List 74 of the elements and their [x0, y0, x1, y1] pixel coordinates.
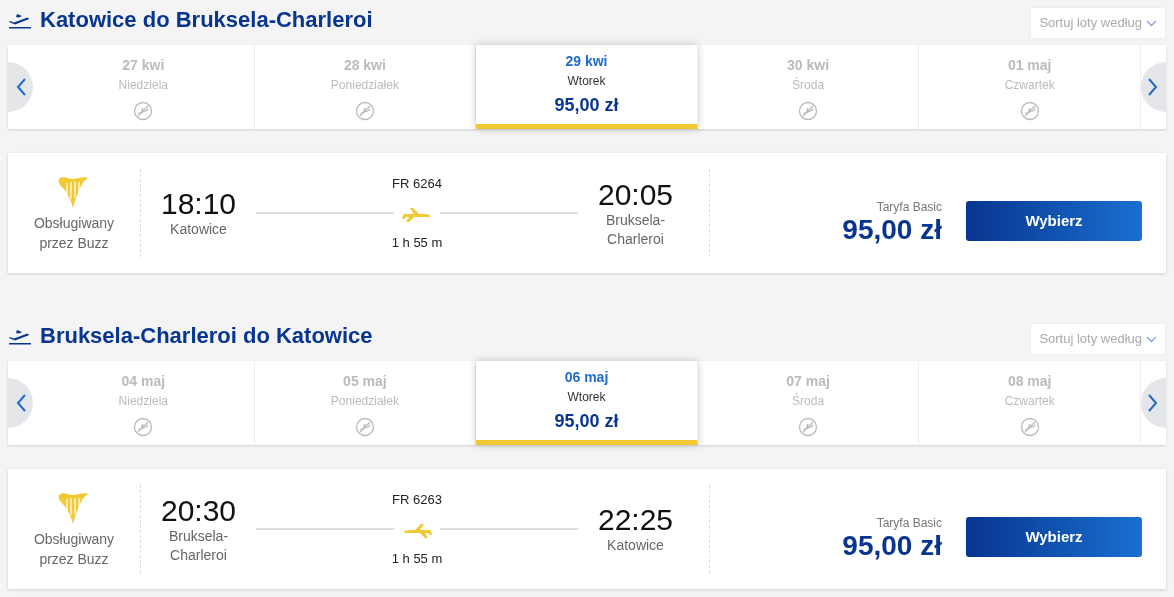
date-tab[interactable]: 08 maj Czwartek	[919, 361, 1141, 445]
date-tab[interactable]: 04 maj Niedziela	[33, 361, 255, 445]
previous-dates-button[interactable]	[8, 62, 33, 112]
flight-price: 95,00 zł	[842, 532, 942, 560]
next-dates-button[interactable]	[1140, 62, 1166, 112]
arrival-time: 20:05	[596, 178, 675, 212]
chevron-left-icon	[14, 77, 27, 97]
weekday-label: Poniedziałek	[329, 393, 400, 410]
no-flight-icon	[1019, 100, 1040, 121]
weekday-label: Poniedziałek	[329, 77, 400, 94]
fare-label: Taryfa Basic	[875, 199, 942, 216]
operator-label: Obsługiwany przez Buzz	[32, 213, 116, 253]
date-label: 08 maj	[1006, 372, 1053, 391]
date-label: 04 maj	[120, 372, 167, 391]
weekday-label: Niedziela	[117, 77, 169, 94]
weekday-label: Środa	[791, 76, 826, 94]
date-label: 07 maj	[785, 372, 831, 391]
chevron-down-icon	[1146, 335, 1157, 343]
date-tab[interactable]: 01 maj Czwartek	[919, 45, 1141, 129]
departure-city: Bruksela-Charleroi	[167, 527, 230, 564]
section-title: Katowice do Bruksela-Charleroi	[40, 6, 373, 34]
next-dates-button[interactable]	[1140, 378, 1166, 428]
date-label: 29 kwi	[564, 52, 609, 71]
chevron-down-icon	[1146, 19, 1157, 27]
date-label: 06 maj	[563, 368, 610, 387]
chevron-left-icon	[14, 393, 27, 413]
no-flight-icon	[1019, 416, 1040, 437]
date-label: 30 kwi	[786, 56, 831, 75]
no-flight-icon	[133, 100, 154, 121]
date-tab[interactable]: 29 kwi Wtorek 95,00 zł	[476, 45, 698, 129]
arrival-city: Bruksela-Charleroi	[604, 211, 667, 248]
date-tab[interactable]: 07 maj Środa	[697, 361, 920, 445]
departure-time: 18:10	[159, 187, 238, 221]
weekday-label: Niedziela	[117, 393, 169, 410]
weekday-label: Wtorek	[566, 73, 607, 90]
date-tab[interactable]: 30 kwi Środa	[697, 45, 920, 129]
date-tab[interactable]: 27 kwi Niedziela	[33, 45, 255, 129]
no-flight-icon	[798, 100, 819, 121]
section-title: Bruksela-Charleroi do Katowice	[40, 322, 373, 350]
no-flight-icon	[354, 100, 375, 121]
weekday-label: Środa	[791, 392, 826, 410]
date-tab[interactable]: 06 maj Wtorek 95,00 zł	[476, 361, 698, 445]
flight-duration: 1 h 55 m	[390, 234, 444, 252]
chevron-right-icon	[1147, 77, 1160, 97]
flight-price: 95,00 zł	[842, 216, 942, 244]
no-flight-icon	[133, 416, 154, 437]
fare-label: Taryfa Basic	[875, 515, 942, 532]
departure-icon	[8, 11, 32, 29]
sort-dropdown[interactable]: Sortuj loty według	[1030, 323, 1166, 355]
arrival-time: 22:25	[596, 503, 675, 537]
flight-number: FR 6264	[391, 174, 443, 193]
departure-icon	[8, 327, 32, 345]
date-label: 01 maj	[1006, 56, 1053, 75]
previous-dates-button[interactable]	[8, 378, 33, 428]
date-price: 95,00 zł	[553, 410, 620, 433]
date-price: 95,00 zł	[553, 94, 620, 117]
arrival-city: Katowice	[606, 536, 665, 555]
departure-city: Katowice	[169, 220, 228, 239]
weekday-label: Wtorek	[566, 389, 607, 406]
weekday-label: Czwartek	[1003, 77, 1056, 94]
no-flight-icon	[798, 416, 819, 437]
departure-time: 20:30	[159, 494, 238, 528]
sort-dropdown[interactable]: Sortuj loty według	[1030, 7, 1166, 39]
no-flight-icon	[354, 416, 375, 437]
date-label: 28 kwi	[342, 56, 387, 75]
weekday-label: Czwartek	[1003, 393, 1056, 410]
select-button[interactable]: Wybierz	[966, 201, 1142, 241]
flight-number: FR 6263	[391, 490, 443, 509]
operator-label: Obsługiwany przez Buzz	[32, 529, 116, 569]
select-button[interactable]: Wybierz	[966, 517, 1142, 557]
date-label: 27 kwi	[121, 56, 166, 75]
date-label: 05 maj	[342, 372, 388, 391]
flight-duration: 1 h 55 m	[390, 550, 444, 568]
chevron-right-icon	[1147, 393, 1160, 413]
